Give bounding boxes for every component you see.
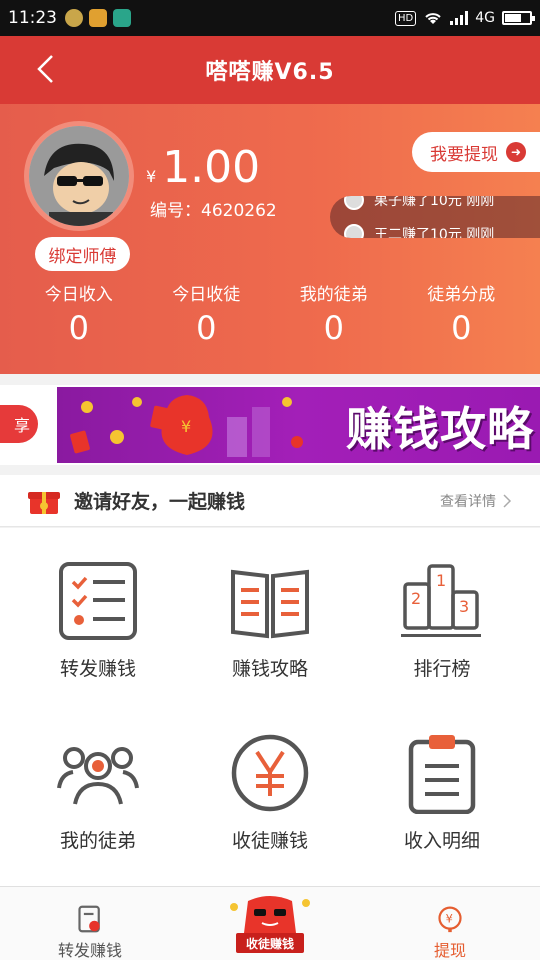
tab-share-earn[interactable]: 转发赚钱	[0, 887, 180, 960]
currency-symbol: ¥	[146, 167, 157, 186]
view-details-label: 查看详情	[440, 493, 496, 510]
svg-text:3: 3	[459, 597, 469, 616]
grid-item-income-details[interactable]: 收入明细	[352, 700, 532, 870]
chevron-right-icon	[503, 493, 512, 508]
stats-row: 今日收入 0 今日收徒 0 我的徒弟 0 徒弟分成 0	[0, 280, 540, 347]
page-title: 嗒嗒赚V6.5	[205, 60, 335, 85]
status-time: 11:23	[8, 8, 57, 28]
grid-item-label: 赚钱攻略	[231, 658, 308, 680]
svg-text:¥: ¥	[181, 417, 191, 436]
podium-icon: 1 2 3	[401, 564, 481, 637]
grid-item-label: 我的徒弟	[59, 830, 136, 852]
tab-label: 转发赚钱	[57, 941, 122, 960]
banner-section: 享 ¥ 赚钱攻略	[0, 385, 540, 465]
grid-item-recruit-earn[interactable]: 收徒赚钱	[180, 700, 360, 870]
document-yen-icon	[78, 905, 100, 933]
invite-text: 邀请好友，一起赚钱	[74, 491, 246, 513]
withdraw-button[interactable]: 我要提现 ➜	[412, 132, 540, 172]
svg-text:2: 2	[411, 589, 421, 608]
status-indicators: HD 4G	[395, 10, 535, 26]
grid-item-leaderboard[interactable]: 1 2 3 排行榜	[352, 528, 532, 698]
share-tab[interactable]: 享	[0, 405, 38, 443]
feature-grid: 转发赚钱 赚钱攻略 1 2 3 排行榜 我的徒弟 收徒赚钱 收入明细	[0, 528, 540, 886]
banner-title: 赚钱攻略	[346, 402, 534, 456]
users-icon	[57, 747, 139, 805]
grid-item-label: 收徒赚钱	[231, 830, 308, 852]
avatar-cartoon-icon	[29, 126, 129, 226]
ticker-text: 王二赚了10元 刚刚	[374, 227, 495, 238]
ticker-avatar	[344, 224, 364, 238]
invite-friends-row[interactable]: 邀请好友，一起赚钱 查看详情	[0, 475, 540, 527]
ticker-avatar	[344, 196, 364, 210]
status-bar: 11:23 HD 4G	[0, 0, 540, 36]
tab-withdraw[interactable]: ¥ 提现	[360, 887, 540, 960]
grid-item-label: 收入明细	[403, 830, 480, 852]
withdraw-label: 我要提现	[430, 144, 498, 165]
yen-circle-icon	[231, 734, 309, 812]
svg-text:1: 1	[436, 571, 446, 590]
tab-label: 提现	[433, 941, 466, 960]
clipboard-icon	[408, 735, 476, 814]
recruit-earn-badge[interactable]: 收徒赚钱	[224, 893, 316, 953]
svg-text:¥: ¥	[446, 912, 453, 926]
user-id: 编号：4620262	[150, 201, 277, 221]
stat-today-apprentices[interactable]: 今日收徒 0	[151, 280, 261, 347]
hd-icon: HD	[395, 10, 417, 26]
stat-value: 0	[323, 309, 344, 347]
signal-icon	[450, 11, 469, 25]
app-header: 嗒嗒赚V6.5	[0, 36, 540, 104]
stat-label: 我的徒弟	[299, 285, 368, 305]
stat-value: 0	[451, 309, 472, 347]
stat-apprentice-share[interactable]: 徒弟分成 0	[406, 280, 516, 347]
withdraw-coin-icon: ¥	[438, 906, 462, 933]
back-arrow-icon[interactable]	[30, 52, 64, 86]
wifi-icon	[425, 13, 441, 24]
checklist-icon	[59, 562, 137, 640]
grid-item-share-earn[interactable]: 转发赚钱	[8, 528, 188, 698]
app-notification-icon	[65, 9, 83, 27]
ticker-item: 果子赚了10元 刚刚	[344, 196, 494, 210]
grid-item-earning-guide[interactable]: 赚钱攻略	[180, 528, 360, 698]
money-bag-illustration-icon: ¥	[70, 395, 303, 457]
stat-label: 徒弟分成	[427, 285, 496, 305]
battery-icon	[502, 11, 535, 25]
book-icon	[231, 569, 309, 639]
bind-master-button[interactable]: 绑定师傅	[35, 237, 130, 271]
app-notification-icon	[113, 9, 131, 27]
grid-item-label: 转发赚钱	[59, 658, 136, 680]
profile-panel: 绑定师傅 ¥ 1.00 编号：4620262 我要提现 ➜ 果子赚了10元 刚刚…	[0, 104, 540, 374]
app-notification-icon	[89, 9, 107, 27]
stat-label: 今日收入	[44, 285, 113, 305]
avatar[interactable]	[24, 121, 134, 231]
stat-value: 0	[68, 309, 89, 347]
earnings-ticker: 果子赚了10元 刚刚 王二赚了10元 刚刚	[330, 196, 540, 238]
stat-value: 0	[196, 309, 217, 347]
view-details-link[interactable]: 查看详情	[440, 491, 512, 511]
balance-amount: 1.00	[162, 142, 261, 193]
grid-item-label: 排行榜	[413, 658, 471, 680]
mascot-icon	[230, 896, 310, 933]
gift-icon	[28, 491, 60, 514]
arrow-right-icon: ➜	[506, 142, 526, 162]
stat-my-apprentices[interactable]: 我的徒弟 0	[279, 280, 389, 347]
network-type: 4G	[475, 10, 495, 26]
recruit-earn-label: 收徒赚钱	[236, 933, 304, 953]
ticker-text: 果子赚了10元 刚刚	[374, 196, 495, 209]
stat-today-income[interactable]: 今日收入 0	[24, 280, 134, 347]
balance: ¥ 1.00	[146, 142, 260, 193]
ticker-item: 王二赚了10元 刚刚	[344, 224, 494, 238]
promo-banner[interactable]: ¥ 赚钱攻略	[57, 387, 540, 463]
stat-label: 今日收徒	[172, 285, 241, 305]
grid-item-my-apprentices[interactable]: 我的徒弟	[8, 700, 188, 870]
